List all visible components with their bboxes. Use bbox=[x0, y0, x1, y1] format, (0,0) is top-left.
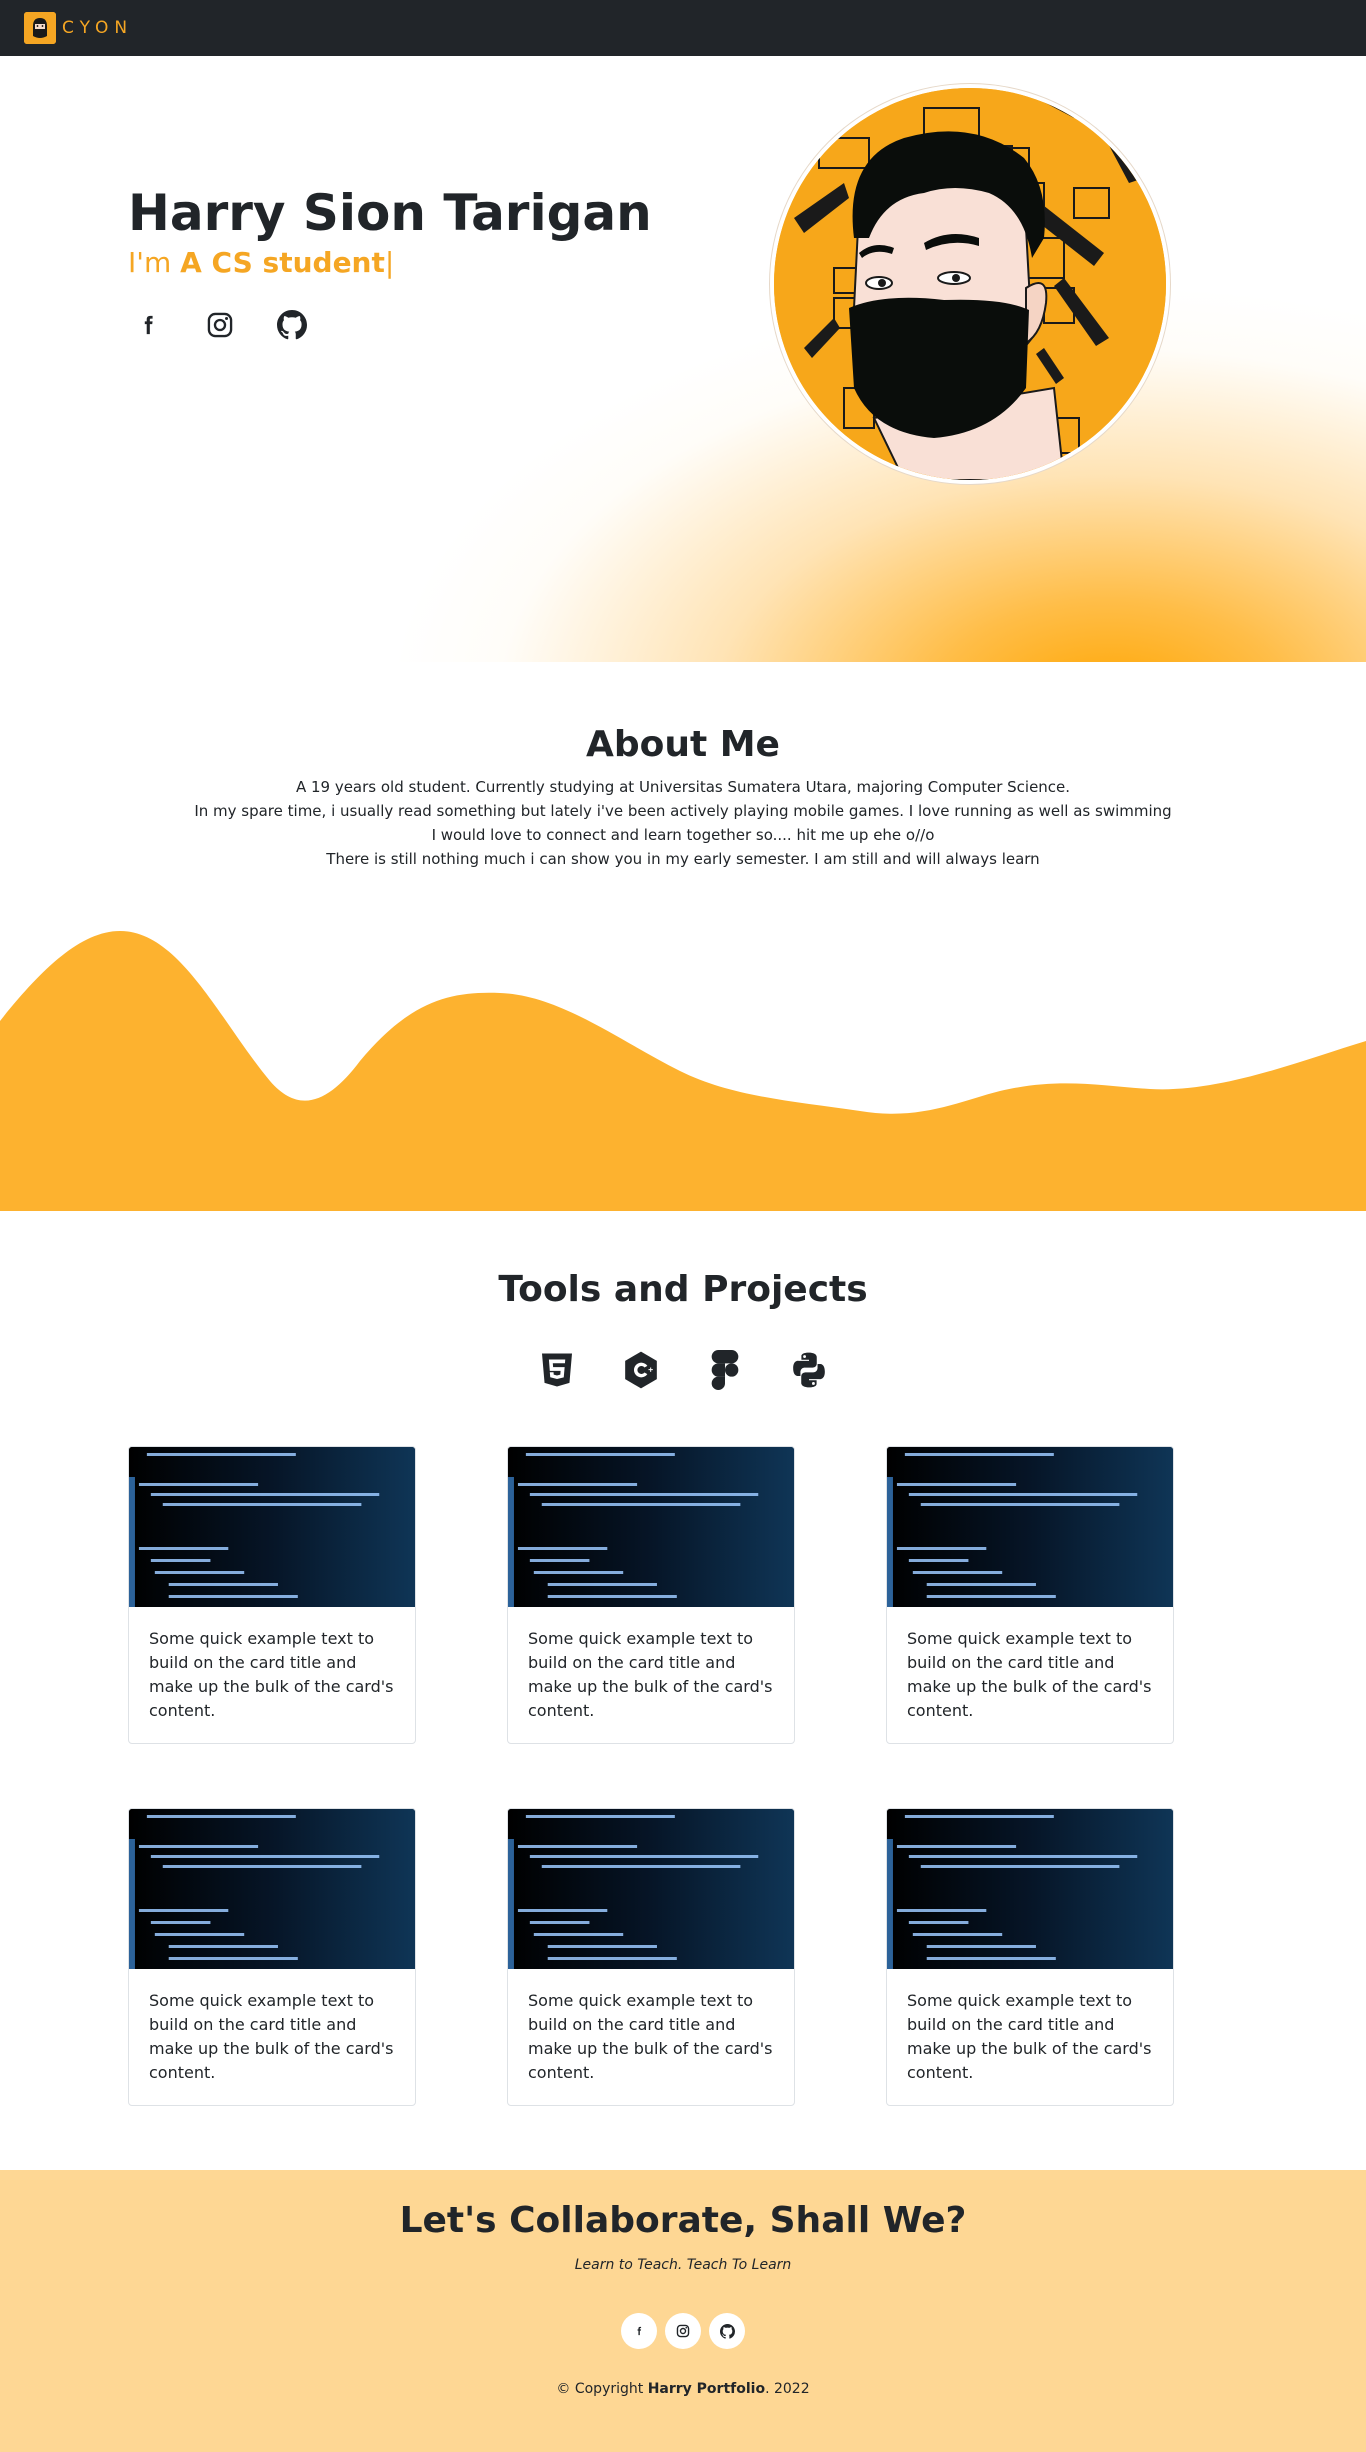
code-screenshot-image bbox=[887, 1447, 1173, 1607]
wave-divider bbox=[0, 911, 1366, 1211]
hero-typed-line: I'm A CS student| bbox=[128, 246, 652, 279]
hero-intro: Harry Sion Tarigan I'm A CS student| bbox=[128, 184, 652, 341]
project-card[interactable]: Some quick example text to build on the … bbox=[507, 1446, 795, 1744]
card-text: Some quick example text to build on the … bbox=[149, 1991, 394, 2082]
copyright-brand[interactable]: Harry Portfolio bbox=[648, 2381, 765, 2397]
tool-icons bbox=[0, 1350, 1366, 1390]
footer-social-links bbox=[0, 2313, 1366, 2349]
code-screenshot-image bbox=[508, 1809, 794, 1969]
facebook-icon[interactable] bbox=[132, 309, 164, 341]
typed-text: A CS student bbox=[180, 246, 385, 279]
hero-social-links bbox=[128, 309, 652, 341]
instagram-icon[interactable] bbox=[665, 2313, 701, 2349]
about-line: A 19 years old student. Currently studyi… bbox=[295, 778, 1071, 796]
instagram-icon[interactable] bbox=[204, 309, 236, 341]
project-card[interactable]: Some quick example text to build on the … bbox=[507, 1808, 795, 2106]
project-card[interactable]: Some quick example text to build on the … bbox=[128, 1808, 416, 2106]
navbar: CYON bbox=[0, 0, 1366, 56]
brand-text: CYON bbox=[62, 18, 134, 38]
project-card[interactable]: Some quick example text to build on the … bbox=[128, 1446, 416, 1744]
html5-icon bbox=[537, 1350, 577, 1390]
footer-section: Let's Collaborate, Shall We? Learn to Te… bbox=[0, 2170, 1366, 2452]
about-line: I would love to connect and learn togeth… bbox=[431, 826, 935, 844]
tools-section: Tools and Projects Some quick example te… bbox=[0, 1211, 1366, 2170]
card-text: Some quick example text to build on the … bbox=[907, 1629, 1152, 1720]
github-icon[interactable] bbox=[709, 2313, 745, 2349]
code-screenshot-image bbox=[887, 1809, 1173, 1969]
github-icon[interactable] bbox=[276, 309, 308, 341]
figma-icon bbox=[705, 1350, 745, 1390]
copyright-prefix: © Copyright bbox=[556, 2381, 648, 2397]
about-title: About Me bbox=[586, 724, 780, 765]
hero-section: Harry Sion Tarigan I'm A CS student| bbox=[0, 56, 1366, 662]
copyright-suffix: . 2022 bbox=[765, 2381, 810, 2397]
avatar bbox=[770, 84, 1170, 484]
code-screenshot-image bbox=[129, 1447, 415, 1607]
python-icon bbox=[789, 1350, 829, 1390]
avatar-illustration bbox=[774, 88, 1166, 480]
about-line: In my spare time, i usually read somethi… bbox=[194, 802, 1172, 820]
facebook-icon[interactable] bbox=[621, 2313, 657, 2349]
project-card[interactable]: Some quick example text to build on the … bbox=[886, 1808, 1174, 2106]
card-text: Some quick example text to build on the … bbox=[528, 1629, 773, 1720]
project-card[interactable]: Some quick example text to build on the … bbox=[886, 1446, 1174, 1744]
card-text: Some quick example text to build on the … bbox=[907, 1991, 1152, 2082]
brand-logo-icon bbox=[24, 12, 56, 44]
hero-name: Harry Sion Tarigan bbox=[128, 184, 652, 242]
typed-caret: | bbox=[384, 246, 395, 279]
code-screenshot-image bbox=[129, 1809, 415, 1969]
footer-tagline: Learn to Teach. Teach To Learn bbox=[574, 2257, 792, 2273]
copyright: © Copyright Harry Portfolio. 2022 bbox=[0, 2381, 1366, 2397]
about-line: There is still nothing much i can show y… bbox=[326, 850, 1040, 868]
typed-prefix: I'm bbox=[128, 246, 181, 279]
card-text: Some quick example text to build on the … bbox=[149, 1629, 394, 1720]
card-text: Some quick example text to build on the … bbox=[528, 1991, 773, 2082]
cplusplus-icon bbox=[621, 1350, 661, 1390]
project-cards: Some quick example text to build on the … bbox=[128, 1446, 1238, 2170]
footer-title: Let's Collaborate, Shall We? bbox=[399, 2200, 967, 2241]
code-screenshot-image bbox=[508, 1447, 794, 1607]
navbar-brand[interactable]: CYON bbox=[24, 12, 133, 44]
tools-title: Tools and Projects bbox=[498, 1269, 868, 1310]
about-section: About Me A 19 years old student. Current… bbox=[0, 662, 1366, 871]
